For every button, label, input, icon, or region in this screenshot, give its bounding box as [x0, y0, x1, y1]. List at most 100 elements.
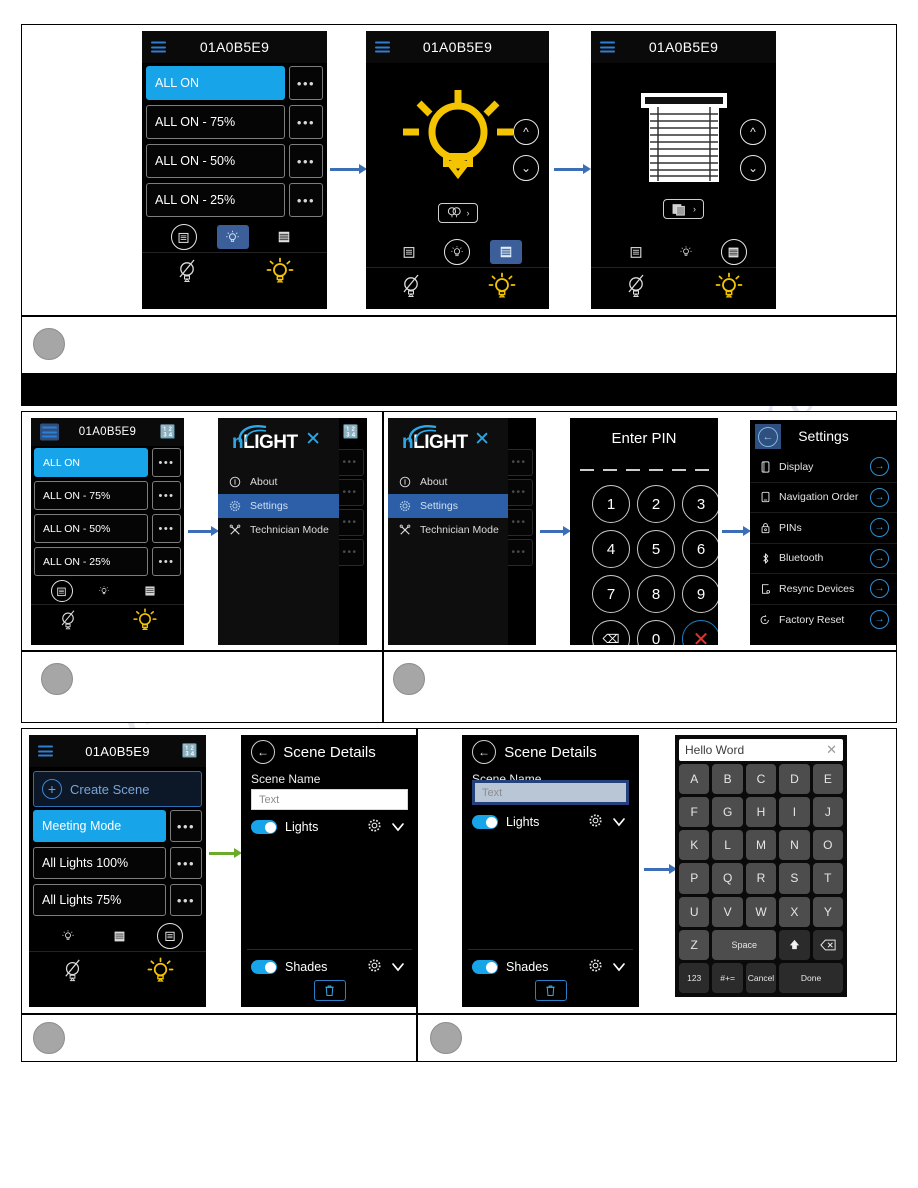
key-symbols[interactable]: #+=: [712, 962, 743, 993]
menu-item-about[interactable]: About: [388, 470, 508, 494]
chevron-down-icon[interactable]: [390, 820, 406, 835]
gear-icon[interactable]: [367, 958, 382, 976]
hamburger-icon[interactable]: [375, 41, 390, 53]
scene-overflow-button[interactable]: •••: [289, 66, 323, 100]
chevron-down-icon[interactable]: [611, 815, 627, 830]
all-off-icon[interactable]: [623, 272, 649, 305]
delete-scene-button[interactable]: [534, 980, 567, 1001]
nav-shades-icon[interactable]: [269, 225, 299, 249]
key-r[interactable]: R: [745, 863, 777, 894]
scene-button[interactable]: ALL ON - 25%: [34, 547, 148, 576]
pin-key-0[interactable]: 0: [637, 620, 675, 645]
key-numbers[interactable]: 123: [679, 962, 710, 993]
settings-row-factory-reset[interactable]: Factory Reset →: [750, 605, 897, 636]
pin-key-3[interactable]: 3: [682, 485, 718, 523]
key-t[interactable]: T: [812, 863, 844, 894]
hamburger-icon[interactable]: [600, 41, 615, 53]
pin-key-1[interactable]: 1: [592, 485, 630, 523]
scene-button[interactable]: All Lights 75%: [33, 884, 166, 916]
nav-shades-icon[interactable]: [489, 240, 522, 264]
chevron-right-icon[interactable]: →: [870, 610, 889, 630]
backspace-icon[interactable]: [812, 929, 843, 960]
cancel-button[interactable]: Cancel: [745, 962, 777, 993]
close-icon[interactable]: ✕: [474, 430, 490, 449]
pin-key-7[interactable]: 7: [592, 575, 630, 613]
done-button[interactable]: Done: [779, 962, 843, 993]
all-off-icon[interactable]: [57, 608, 79, 637]
pin-key-9[interactable]: 9: [682, 575, 718, 613]
nav-shades-icon[interactable]: [135, 579, 165, 603]
key-i[interactable]: I: [779, 797, 810, 828]
nav-scenes-icon[interactable]: [394, 240, 424, 264]
pin-key-4[interactable]: 4: [592, 530, 630, 568]
key-h[interactable]: H: [745, 797, 777, 828]
all-on-icon[interactable]: [146, 956, 175, 990]
nav-scenes-icon[interactable]: [170, 224, 197, 250]
pin-key-5[interactable]: 5: [637, 530, 675, 568]
shade-group-select-button[interactable]: ›: [663, 198, 704, 219]
key-space[interactable]: Space: [712, 929, 777, 960]
key-w[interactable]: W: [745, 896, 777, 927]
menu-item-settings[interactable]: Settings: [218, 494, 339, 518]
all-on-icon[interactable]: [132, 607, 158, 638]
key-q[interactable]: Q: [712, 863, 743, 894]
hamburger-icon[interactable]: [151, 41, 166, 53]
key-s[interactable]: S: [779, 863, 810, 894]
scene-button[interactable]: All Lights 100%: [33, 847, 166, 879]
dim-down-button[interactable]: ⌄: [513, 155, 539, 181]
nav-lights-icon[interactable]: [216, 225, 249, 249]
key-y[interactable]: Y: [812, 896, 844, 927]
settings-row-resync-devices[interactable]: Resync Devices →: [750, 574, 897, 605]
scene-overflow-button[interactable]: •••: [152, 547, 181, 576]
scene-button[interactable]: ALL ON: [146, 66, 285, 100]
nav-scenes-icon[interactable]: [621, 240, 651, 264]
scene-overflow-button[interactable]: •••: [152, 481, 181, 510]
scene-button[interactable]: ALL ON: [34, 448, 148, 477]
menu-item-about[interactable]: About: [218, 470, 339, 494]
cancel-icon[interactable]: ✕: [682, 620, 718, 645]
menu-item-technician-mode[interactable]: Technician Mode: [218, 518, 339, 542]
delete-scene-button[interactable]: [313, 980, 346, 1001]
scene-overflow-button[interactable]: •••: [289, 183, 323, 217]
key-b[interactable]: B: [712, 764, 743, 795]
chevron-down-icon[interactable]: [611, 960, 627, 975]
all-off-icon[interactable]: [174, 257, 200, 290]
menu-item-settings[interactable]: Settings: [388, 494, 508, 518]
all-on-icon[interactable]: [265, 256, 295, 291]
scene-button[interactable]: ALL ON - 50%: [146, 144, 285, 178]
scene-overflow-button[interactable]: •••: [289, 105, 323, 139]
scene-button[interactable]: ALL ON - 25%: [146, 183, 285, 217]
key-x[interactable]: X: [779, 896, 810, 927]
key-u[interactable]: U: [679, 896, 710, 927]
nav-lights-icon[interactable]: [443, 239, 470, 265]
scene-overflow-button[interactable]: •••: [170, 847, 202, 879]
hamburger-icon[interactable]: [38, 745, 53, 757]
chevron-right-icon[interactable]: →: [870, 457, 889, 477]
key-z[interactable]: Z: [679, 929, 710, 960]
nav-scenes-icon[interactable]: [50, 580, 73, 602]
shades-toggle[interactable]: [251, 960, 277, 974]
scene-button[interactable]: Meeting Mode: [33, 810, 166, 842]
key-m[interactable]: M: [745, 830, 777, 861]
all-on-icon[interactable]: [714, 271, 744, 306]
nav-lights-icon[interactable]: [53, 924, 83, 948]
nav-lights-icon[interactable]: [671, 240, 701, 264]
scene-overflow-button[interactable]: •••: [170, 884, 202, 916]
scene-overflow-button[interactable]: •••: [289, 144, 323, 178]
key-l[interactable]: L: [712, 830, 743, 861]
key-o[interactable]: O: [812, 830, 844, 861]
pin-key-2[interactable]: 2: [637, 485, 675, 523]
scene-overflow-button[interactable]: •••: [170, 810, 202, 842]
back-button[interactable]: ←: [755, 424, 781, 449]
all-off-icon[interactable]: [60, 957, 85, 989]
key-a[interactable]: A: [679, 764, 710, 795]
key-n[interactable]: N: [779, 830, 810, 861]
chevron-right-icon[interactable]: →: [870, 548, 889, 568]
clear-icon[interactable]: ✕: [826, 742, 837, 758]
nav-scenes-icon[interactable]: [156, 923, 183, 949]
shade-down-button[interactable]: ⌄: [740, 155, 766, 181]
settings-row-bluetooth[interactable]: Bluetooth →: [750, 544, 897, 574]
gear-icon[interactable]: [367, 818, 382, 836]
back-button[interactable]: ←: [251, 740, 275, 764]
key-f[interactable]: F: [679, 797, 710, 828]
